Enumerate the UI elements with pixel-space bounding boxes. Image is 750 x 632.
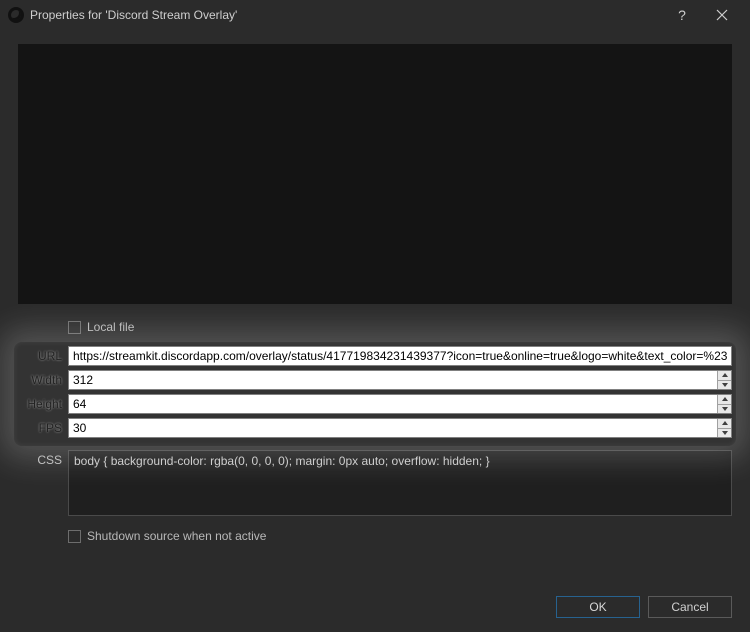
close-button[interactable] — [702, 0, 742, 30]
titlebar: Properties for 'Discord Stream Overlay' … — [0, 0, 750, 30]
width-step-down[interactable] — [717, 381, 731, 390]
width-input[interactable] — [68, 370, 732, 390]
fps-label: FPS — [18, 421, 68, 435]
css-textarea[interactable] — [68, 450, 732, 516]
checkbox-icon — [68, 321, 81, 334]
checkbox-icon — [68, 530, 81, 543]
source-preview — [18, 44, 732, 304]
fps-step-down[interactable] — [717, 429, 731, 438]
highlighted-fields: URL Width — [14, 342, 736, 446]
height-label: Height — [18, 397, 68, 411]
ok-button[interactable]: OK — [556, 596, 640, 618]
properties-dialog: Properties for 'Discord Stream Overlay' … — [0, 0, 750, 632]
local-file-checkbox[interactable]: Local file — [68, 316, 732, 338]
fps-input[interactable] — [68, 418, 732, 438]
shutdown-checkbox[interactable]: Shutdown source when not active — [68, 525, 732, 547]
width-step-up[interactable] — [717, 371, 731, 381]
cancel-button[interactable]: Cancel — [648, 596, 732, 618]
css-label: CSS — [18, 450, 68, 467]
url-label: URL — [18, 349, 68, 363]
fps-step-up[interactable] — [717, 419, 731, 429]
dialog-content: Local file URL Width — [0, 30, 750, 592]
dialog-footer: OK Cancel — [0, 592, 750, 632]
local-file-label: Local file — [87, 320, 134, 334]
shutdown-label: Shutdown source when not active — [87, 529, 266, 543]
form: Local file URL Width — [18, 316, 732, 551]
window-title: Properties for 'Discord Stream Overlay' — [30, 8, 662, 22]
help-button[interactable]: ? — [662, 0, 702, 30]
url-input[interactable] — [68, 346, 732, 366]
height-step-down[interactable] — [717, 405, 731, 414]
app-icon — [8, 7, 24, 23]
height-input[interactable] — [68, 394, 732, 414]
close-icon — [716, 9, 728, 21]
width-label: Width — [18, 373, 68, 387]
height-step-up[interactable] — [717, 395, 731, 405]
